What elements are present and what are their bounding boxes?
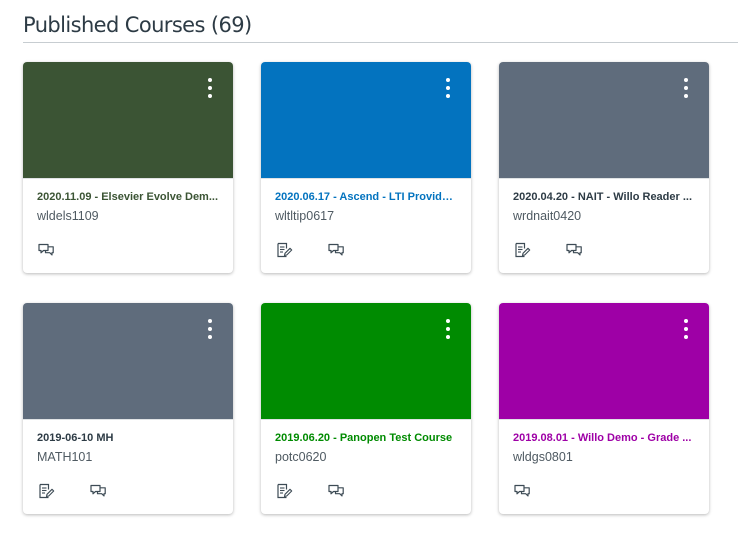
course-card-actions	[37, 482, 141, 500]
course-card-actions	[513, 482, 565, 500]
course-card-hero[interactable]	[261, 303, 471, 420]
discussions-icon[interactable]	[565, 241, 583, 259]
course-card[interactable]: 2019.06.20 - Panopen Test Course potc062…	[261, 303, 471, 514]
course-name-link[interactable]: 2020.06.17 - Ascend - LTI Provide...	[275, 190, 457, 204]
course-card[interactable]: 2020.06.17 - Ascend - LTI Provide... wlt…	[261, 62, 471, 273]
course-card-actions	[275, 482, 379, 500]
discussions-icon[interactable]	[89, 482, 107, 500]
discussions-icon[interactable]	[327, 241, 345, 259]
page-title: Published Courses (69)	[23, 13, 252, 37]
discussions-icon[interactable]	[513, 482, 531, 500]
course-name-link[interactable]: 2019.08.01 - Willo Demo - Grade ...	[513, 431, 695, 445]
discussions-icon[interactable]	[327, 482, 345, 500]
course-card[interactable]: 2020.11.09 - Elsevier Evolve Dem... wlde…	[23, 62, 233, 273]
course-code: wltltip0617	[275, 209, 335, 223]
assignments-icon[interactable]	[513, 241, 531, 259]
course-card-hero[interactable]	[499, 303, 709, 420]
course-name-link[interactable]: 2020.11.09 - Elsevier Evolve Dem...	[37, 190, 219, 204]
course-options-kebab-icon[interactable]	[443, 319, 453, 339]
assignments-icon[interactable]	[275, 482, 293, 500]
discussions-icon[interactable]	[37, 241, 55, 259]
course-options-kebab-icon[interactable]	[205, 319, 215, 339]
course-name-link[interactable]: 2020.04.20 - NAIT - Willo Reader ...	[513, 190, 695, 204]
course-code: wrdnait0420	[513, 209, 582, 223]
assignments-icon[interactable]	[37, 482, 55, 500]
course-code: wldels1109	[37, 209, 99, 223]
course-card[interactable]: 2020.04.20 - NAIT - Willo Reader ... wrd…	[499, 62, 709, 273]
course-code: MATH101	[37, 450, 93, 464]
course-card-actions	[513, 241, 617, 259]
course-options-kebab-icon[interactable]	[443, 78, 453, 98]
course-options-kebab-icon[interactable]	[681, 78, 691, 98]
course-card-hero[interactable]	[499, 62, 709, 179]
course-options-kebab-icon[interactable]	[681, 319, 691, 339]
course-card-actions	[275, 241, 379, 259]
assignments-icon[interactable]	[275, 241, 293, 259]
course-card[interactable]: 2019.08.01 - Willo Demo - Grade ... wldg…	[499, 303, 709, 514]
course-card-hero[interactable]	[23, 62, 233, 179]
course-card-hero[interactable]	[23, 303, 233, 420]
course-code: potc0620	[275, 450, 327, 464]
page-header: Published Courses (69)	[23, 12, 738, 43]
course-options-kebab-icon[interactable]	[205, 78, 215, 98]
course-code: wldgs0801	[513, 450, 573, 464]
course-card-hero[interactable]	[261, 62, 471, 179]
course-card[interactable]: 2019-06-10 MH MATH101	[23, 303, 233, 514]
course-name-link[interactable]: 2019.06.20 - Panopen Test Course	[275, 431, 457, 445]
course-card-actions	[37, 241, 89, 259]
course-name-link[interactable]: 2019-06-10 MH	[37, 431, 219, 445]
